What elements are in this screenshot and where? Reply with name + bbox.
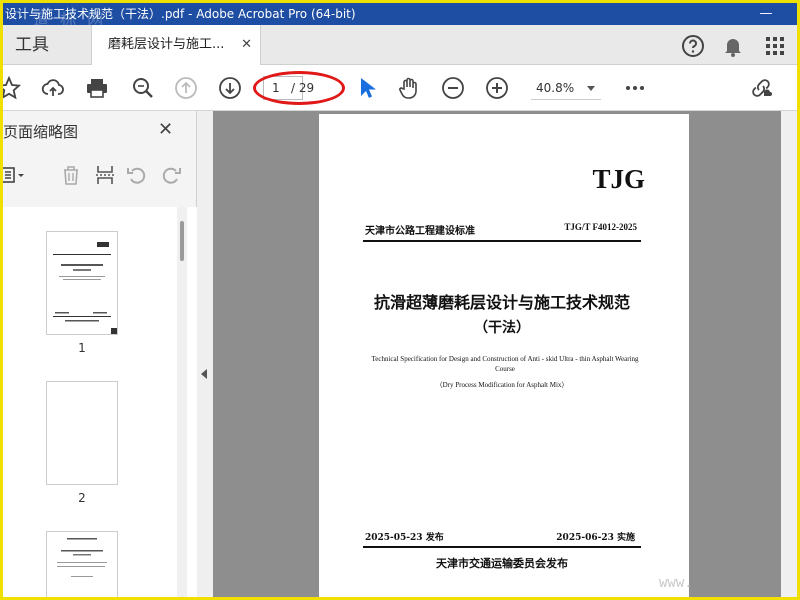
- watermark-logo: 道 标 网: [33, 10, 107, 25]
- next-page-icon[interactable]: [218, 76, 242, 100]
- app-window: 设计与施工技术规范（干法）.pdf - Adobe Acrobat Pro (6…: [3, 3, 797, 597]
- trash-icon[interactable]: [59, 163, 83, 187]
- standard-series: 天津市公路工程建设标准: [365, 226, 475, 237]
- panel-title: 页面缩略图: [3, 123, 79, 141]
- panel-collapse-strip[interactable]: [197, 111, 213, 597]
- document-title-zh: 抗滑超薄磨耗层设计与施工技术规范: [373, 293, 630, 312]
- standard-logo-text: TJG: [592, 164, 645, 194]
- thumbnail-page-1-preview: [53, 242, 117, 334]
- thumbnail-scrollbar[interactable]: [177, 207, 187, 597]
- issue-date: 2025-05-23 发布: [365, 533, 444, 543]
- publisher: 天津市交通运输委员会发布: [436, 557, 568, 570]
- chevron-left-icon: [201, 369, 207, 379]
- insert-page-icon[interactable]: [93, 163, 117, 187]
- star-icon[interactable]: [3, 76, 21, 100]
- zoom-value: 40.8%: [536, 81, 575, 95]
- thumbnail-scrollbar-thumb[interactable]: [180, 221, 184, 261]
- red-highlight-annotation: [253, 71, 345, 105]
- panel-close-button[interactable]: ✕: [158, 119, 173, 140]
- rotate-left-icon[interactable]: [125, 163, 149, 187]
- tab-bar: 工具 磨耗层设计与施工... ✕: [3, 25, 797, 65]
- document-view[interactable]: TJG 天津市公路工程建设标准 TJG/T F4012-2025 抗滑超薄磨耗层…: [213, 111, 797, 597]
- minimize-button[interactable]: —: [751, 3, 781, 25]
- effective-date: 2025-06-23 实施: [556, 533, 635, 543]
- zoom-in-icon[interactable]: [485, 76, 509, 100]
- watermark-url: www.: [659, 575, 693, 591]
- rotate-right-icon[interactable]: [159, 163, 183, 187]
- find-icon[interactable]: [131, 76, 155, 100]
- thumbnail-label-1: 1: [78, 341, 86, 355]
- thumbnails-panel: 页面缩略图 ✕ 1 2: [3, 111, 197, 597]
- tab-tools[interactable]: 工具: [3, 25, 73, 65]
- zoom-out-icon[interactable]: [441, 76, 465, 100]
- tab-document[interactable]: 磨耗层设计与施工... ✕: [91, 25, 261, 65]
- footer-rule: [363, 546, 641, 548]
- document-subtitle-zh: （干法）: [474, 320, 530, 336]
- previous-page-icon[interactable]: [174, 76, 198, 100]
- thumbnail-page-3-preview: [57, 538, 107, 577]
- chevron-down-icon: [587, 86, 595, 91]
- pdf-page: TJG 天津市公路工程建设标准 TJG/T F4012-2025 抗滑超薄磨耗层…: [319, 114, 689, 597]
- hand-tool-icon[interactable]: [397, 76, 421, 100]
- cloud-upload-icon[interactable]: [41, 76, 65, 100]
- thumbnail-page-1[interactable]: [46, 231, 118, 335]
- thumbnail-list: 1 2: [3, 207, 197, 597]
- print-icon[interactable]: [85, 76, 109, 100]
- tab-document-label: 磨耗层设计与施工...: [108, 37, 225, 52]
- document-scrollbar[interactable]: [781, 111, 797, 597]
- header-rule: [363, 240, 641, 242]
- document-title-en: Technical Specification for Design and C…: [371, 355, 639, 373]
- document-subtitle-en: （Dry Process Modification for Asphalt Mi…: [435, 381, 569, 389]
- thumbnail-options-icon[interactable]: [3, 163, 25, 187]
- more-tools-icon[interactable]: [623, 76, 647, 100]
- bell-icon[interactable]: [721, 34, 745, 58]
- help-icon[interactable]: [681, 34, 705, 58]
- title-bar: 设计与施工技术规范（干法）.pdf - Adobe Acrobat Pro (6…: [3, 3, 797, 25]
- zoom-select[interactable]: 40.8%: [531, 76, 601, 100]
- thumbnail-page-2[interactable]: [46, 381, 118, 485]
- thumbnail-label-2: 2: [78, 491, 86, 505]
- standard-code: TJG/T F4012-2025: [564, 222, 637, 232]
- thumbnail-page-3[interactable]: [46, 531, 118, 597]
- main-toolbar: 1 / 29 40.8%: [3, 65, 797, 111]
- link-cloud-icon[interactable]: [749, 76, 773, 100]
- apps-grid-icon[interactable]: [763, 34, 787, 58]
- select-cursor-icon[interactable]: [355, 76, 379, 100]
- tab-close-button[interactable]: ✕: [241, 25, 252, 65]
